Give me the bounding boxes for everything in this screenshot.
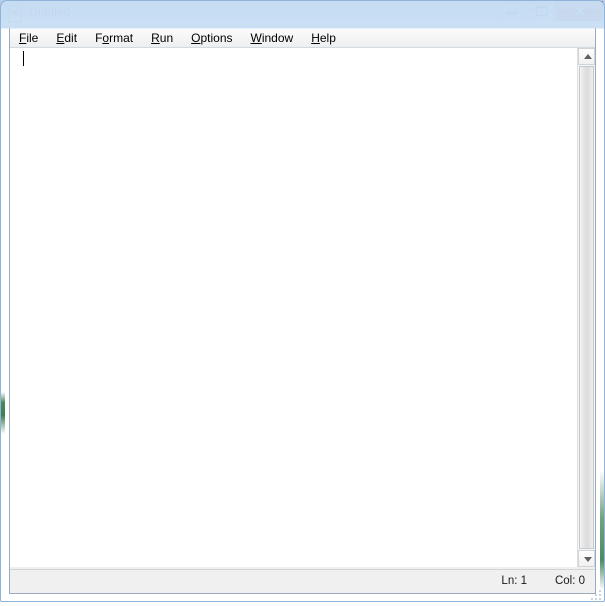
scrollbar-thumb[interactable]: [579, 66, 594, 549]
close-icon: ✕: [573, 3, 586, 19]
maximize-icon: [536, 6, 547, 16]
menu-item-options[interactable]: Options: [182, 29, 241, 47]
menu-mnemonic: H: [311, 30, 320, 45]
editor-region: [10, 48, 595, 567]
menu-mnemonic: W: [250, 30, 262, 45]
menu-item-run[interactable]: Run: [142, 29, 182, 47]
desktop-background: File Edit Shell Debug Options: [0, 0, 605, 602]
scroll-down-arrow-icon: [584, 557, 592, 562]
idle-editor-window: Untitled ✕ File Edit Format Run Options …: [0, 0, 605, 602]
menu-item-help[interactable]: Help: [302, 29, 345, 47]
text-caret: [23, 51, 24, 66]
title-bar[interactable]: Untitled ✕: [1, 1, 604, 27]
menu-item-window[interactable]: Window: [242, 29, 303, 47]
close-button[interactable]: ✕: [556, 1, 603, 21]
window-title: Untitled: [29, 5, 71, 19]
menu-item-file[interactable]: File: [10, 29, 47, 47]
menu-mnemonic: O: [191, 30, 201, 45]
menu-mnemonic: F: [19, 30, 27, 45]
scroll-up-button[interactable]: [578, 48, 595, 65]
scroll-up-arrow-icon: [584, 54, 592, 59]
status-bar: Ln: 1 Col: 0: [10, 569, 595, 593]
code-text-area[interactable]: [10, 48, 578, 567]
menu-bar: File Edit Format Run Options Window Help: [10, 28, 595, 48]
vertical-scrollbar[interactable]: [578, 48, 595, 567]
status-column-indicator: Col: 0: [554, 575, 585, 587]
scroll-down-button[interactable]: [578, 550, 595, 567]
window-controls: ✕: [496, 1, 603, 22]
maximize-button[interactable]: [526, 1, 555, 21]
menu-mnemonic: o: [102, 30, 110, 45]
menu-item-format[interactable]: Format: [86, 29, 142, 47]
python-file-icon: [7, 5, 24, 22]
status-line-indicator: Ln: 1: [501, 575, 527, 587]
menu-item-edit[interactable]: Edit: [47, 29, 86, 47]
window-client-area: File Edit Format Run Options Window Help: [9, 28, 596, 594]
minimize-button[interactable]: [496, 1, 525, 21]
menu-mnemonic: R: [151, 30, 160, 45]
minimize-icon: [506, 12, 517, 15]
menu-mnemonic: E: [56, 30, 65, 45]
resize-grip[interactable]: [590, 588, 602, 600]
